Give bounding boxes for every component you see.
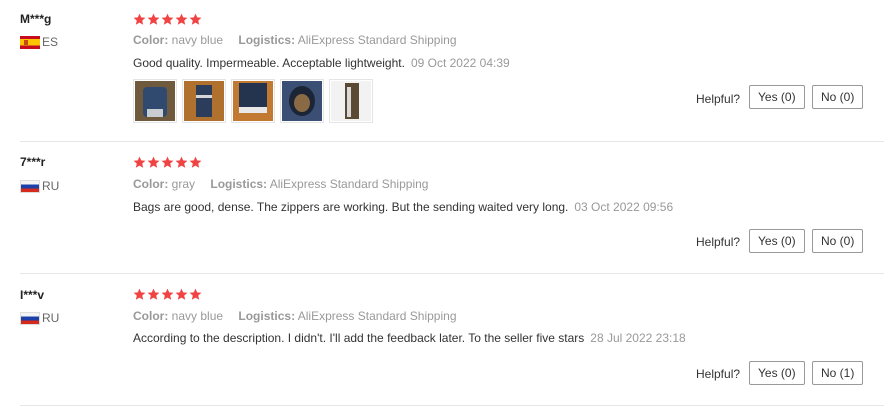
star-rating <box>133 13 202 26</box>
review-sku-info: Color: gray Logistics: AliExpress Standa… <box>133 177 428 191</box>
review-date: 09 Oct 2022 04:39 <box>410 56 510 70</box>
review-text: Bags are good, dense. The zippers are wo… <box>133 200 569 214</box>
photo-1-image <box>135 81 175 121</box>
reviewer-country: ES <box>20 35 58 49</box>
color-value: navy blue <box>171 33 224 47</box>
country-code: RU <box>42 311 60 325</box>
russia-flag-icon <box>20 179 40 193</box>
star-icon <box>133 13 146 26</box>
reviewer-name: I***v <box>20 288 45 302</box>
review-text-line: According to the description. I didn't. … <box>133 331 686 345</box>
star-icon <box>147 156 160 169</box>
helpful-yes-button[interactable]: Yes (0) <box>749 85 805 109</box>
review-photos <box>133 79 373 123</box>
helpful-no-button[interactable]: No (0) <box>812 229 864 253</box>
logistics-value: AliExpress Standard Shipping <box>297 309 457 323</box>
color-label: Color: <box>133 177 169 191</box>
review-text: Good quality. Impermeable. Acceptable li… <box>133 56 405 70</box>
reviewer-country: RU <box>20 179 59 193</box>
color-value: gray <box>171 177 196 191</box>
logistics-label: Logistics: <box>210 177 268 191</box>
logistics-label: Logistics: <box>238 309 296 323</box>
photo-4-image <box>282 81 322 121</box>
helpful-label: Helpful? <box>696 92 741 106</box>
review-text: According to the description. I didn't. … <box>133 331 585 345</box>
star-icon <box>161 13 174 26</box>
star-icon <box>161 156 174 169</box>
country-code: RU <box>42 179 60 193</box>
color-label: Color: <box>133 33 169 47</box>
helpful-yes-button[interactable]: Yes (0) <box>749 361 805 385</box>
star-icon <box>189 156 202 169</box>
photo-2-image <box>184 81 224 121</box>
star-icon <box>189 288 202 301</box>
star-rating <box>133 156 202 169</box>
review-sku-info: Color: navy blue Logistics: AliExpress S… <box>133 309 457 323</box>
russia-flag-icon <box>20 311 40 325</box>
star-icon <box>189 13 202 26</box>
logistics-value: AliExpress Standard Shipping <box>269 177 429 191</box>
star-icon <box>175 288 188 301</box>
star-icon <box>175 156 188 169</box>
review-photo-thumbnail[interactable] <box>329 79 373 123</box>
helpful-yes-button[interactable]: Yes (0) <box>749 229 805 253</box>
photo-3-image <box>233 81 273 121</box>
review-text-line: Bags are good, dense. The zippers are wo… <box>133 200 673 214</box>
review-photo-thumbnail[interactable] <box>231 79 275 123</box>
star-icon <box>133 156 146 169</box>
spain-flag-icon <box>20 35 40 49</box>
review-photo-thumbnail[interactable] <box>280 79 324 123</box>
helpful-label: Helpful? <box>696 235 741 249</box>
review-divider <box>20 141 884 142</box>
review-photo-thumbnail[interactable] <box>133 79 177 123</box>
review-divider <box>20 273 884 274</box>
reviewer-name: M***g <box>20 12 52 26</box>
review-text-line: Good quality. Impermeable. Acceptable li… <box>133 56 510 70</box>
reviewer-country: RU <box>20 311 59 325</box>
review-date: 03 Oct 2022 09:56 <box>574 200 674 214</box>
star-rating <box>133 288 202 301</box>
color-label: Color: <box>133 309 169 323</box>
star-icon <box>147 288 160 301</box>
helpful-no-button[interactable]: No (1) <box>812 361 864 385</box>
star-icon <box>147 13 160 26</box>
country-code: ES <box>42 35 59 49</box>
star-icon <box>161 288 174 301</box>
review-sku-info: Color: navy blue Logistics: AliExpress S… <box>133 33 457 47</box>
color-value: navy blue <box>171 309 224 323</box>
star-icon <box>175 13 188 26</box>
review-divider <box>20 405 884 406</box>
helpful-label: Helpful? <box>696 367 741 381</box>
review-photo-thumbnail[interactable] <box>182 79 226 123</box>
review-date: 28 Jul 2022 23:18 <box>590 331 686 345</box>
logistics-value: AliExpress Standard Shipping <box>297 33 457 47</box>
photo-5-image <box>331 81 371 121</box>
helpful-no-button[interactable]: No (0) <box>812 85 864 109</box>
logistics-label: Logistics: <box>238 33 296 47</box>
reviewer-name: 7***r <box>20 155 46 169</box>
star-icon <box>133 288 146 301</box>
